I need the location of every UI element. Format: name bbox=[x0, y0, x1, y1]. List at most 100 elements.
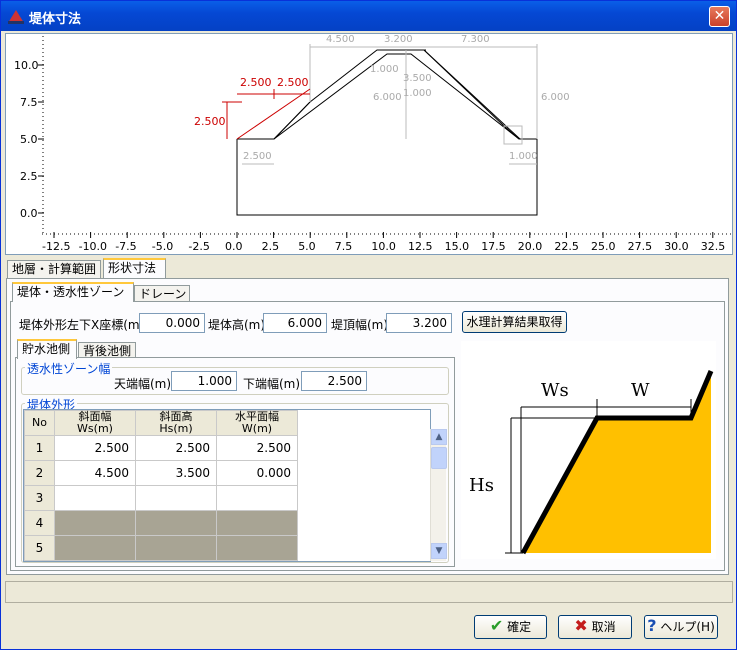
status-bar bbox=[5, 581, 733, 603]
cancel-label: 取消 bbox=[591, 620, 616, 634]
check-icon: ✔ bbox=[489, 616, 504, 635]
app-icon bbox=[8, 10, 24, 24]
row-number: 5 bbox=[24, 535, 55, 561]
scroll-up-icon[interactable]: ▲ bbox=[431, 429, 447, 445]
outline-table: No 斜面幅 Ws(m) 斜面高 Hs(m) 水平面幅 W(m) 1 2.500… bbox=[24, 410, 298, 561]
window-title: 堤体寸法 bbox=[29, 12, 82, 27]
dim-label: 1.000 bbox=[403, 88, 432, 99]
x-tick: 32.5 bbox=[701, 240, 726, 253]
row-number: 2 bbox=[24, 460, 55, 486]
x-axis-labels: -12.5 -10.0 -7.5 -5.0 -2.5 0.0 2.5 5.0 7.5 10.0 12… bbox=[42, 232, 725, 253]
dim-label: 4.500 bbox=[326, 34, 355, 45]
table-header-row: No 斜面幅 Ws(m) 斜面高 Hs(m) 水平面幅 W(m) bbox=[24, 410, 298, 436]
table-row: 4 bbox=[24, 510, 298, 536]
slope-diagram: Ws W Hs bbox=[461, 341, 716, 559]
x-tick: 22.5 bbox=[554, 240, 579, 253]
scroll-down-icon[interactable]: ▼ bbox=[431, 543, 447, 559]
x-coord-input[interactable]: 0.000 bbox=[139, 313, 205, 333]
x-tick: 25.0 bbox=[591, 240, 616, 253]
x-tick: -12.5 bbox=[42, 240, 70, 253]
column-header-hs: 斜面高 Hs(m) bbox=[135, 410, 217, 436]
y-tick: 2.5 bbox=[20, 170, 38, 183]
cell-w bbox=[216, 510, 298, 536]
bottom-width-input[interactable]: 2.500 bbox=[301, 371, 367, 391]
y-tick: 0.0 bbox=[20, 207, 38, 220]
dam-preview-canvas: 10.0 7.5 5.0 2.5 0.0 -12.5 -10.0 -7.5 -5.0-… bbox=[14, 34, 732, 253]
x-tick: 7.5 bbox=[335, 240, 353, 253]
fetch-hydraulic-results-button[interactable]: 水理計算結果取得 bbox=[462, 311, 567, 333]
height-label: 堤体高(m) bbox=[208, 318, 266, 332]
cell-ws[interactable]: 4.500 bbox=[54, 460, 136, 486]
cell-hs[interactable]: 3.500 bbox=[135, 460, 217, 486]
hs-label: Hs bbox=[469, 475, 494, 496]
y-axis-labels: 10.0 7.5 5.0 2.5 0.0 bbox=[14, 59, 44, 220]
row-number: 4 bbox=[24, 510, 55, 536]
dim-label: 2.500 bbox=[277, 76, 309, 89]
y-tick: 10.0 bbox=[14, 59, 39, 72]
scroll-thumb[interactable] bbox=[431, 447, 447, 469]
cell-w[interactable] bbox=[216, 485, 298, 511]
cell-ws bbox=[54, 510, 136, 536]
dam-dimension-window: 堤体寸法 ✕ 10.0 7.5 5.0 2.5 0.0 -12.5 -10.0 -7… bbox=[0, 0, 737, 650]
ok-label: 確定 bbox=[507, 620, 532, 634]
tab-layers[interactable]: 地層・計算範囲 bbox=[7, 260, 101, 278]
cell-hs bbox=[135, 535, 217, 561]
tab-reservoir-side[interactable]: 貯水池側 bbox=[17, 339, 77, 359]
y-tick: 7.5 bbox=[20, 96, 38, 109]
cell-w bbox=[216, 535, 298, 561]
x-tick: 17.5 bbox=[481, 240, 506, 253]
table-row: 5 bbox=[24, 535, 298, 561]
row-number: 1 bbox=[24, 435, 55, 461]
x-tick: 10.0 bbox=[371, 240, 396, 253]
table-row[interactable]: 1 2.500 2.500 2.500 bbox=[24, 435, 298, 461]
grid-scrollbar[interactable]: ▲ ▼ bbox=[430, 429, 447, 561]
x-tick: 30.0 bbox=[664, 240, 689, 253]
cell-ws[interactable] bbox=[54, 485, 136, 511]
slope-diagram-canvas: Ws W Hs bbox=[469, 370, 714, 555]
x-tick: 27.5 bbox=[628, 240, 653, 253]
cell-w[interactable]: 2.500 bbox=[216, 435, 298, 461]
x-tick: 15.0 bbox=[445, 240, 470, 253]
cell-hs[interactable]: 2.500 bbox=[135, 435, 217, 461]
dim-label: 1.000 bbox=[370, 64, 399, 75]
close-button[interactable]: ✕ bbox=[709, 6, 730, 27]
dim-label: 2.500 bbox=[194, 115, 226, 128]
x-tick: -2.5 bbox=[188, 240, 209, 253]
grey-dimensions bbox=[242, 44, 538, 165]
dim-label: 2.500 bbox=[240, 76, 272, 89]
dim-label: 7.300 bbox=[461, 34, 490, 45]
tab-shape[interactable]: 形状寸法 bbox=[103, 258, 166, 278]
cell-w[interactable]: 0.000 bbox=[216, 460, 298, 486]
tab-dam-zone[interactable]: 堤体・透水性ゾーン bbox=[12, 282, 134, 302]
x-tick: 0.0 bbox=[225, 240, 243, 253]
zone-width-title: 透水性ゾーン幅 bbox=[25, 360, 113, 377]
table-row[interactable]: 3 bbox=[24, 485, 298, 511]
x-tick: -5.0 bbox=[152, 240, 173, 253]
w-label: W bbox=[631, 380, 650, 401]
dim-label: 6.000 bbox=[373, 92, 402, 103]
column-header-ws: 斜面幅 Ws(m) bbox=[54, 410, 136, 436]
row-number: 3 bbox=[24, 485, 55, 511]
x-coord-label: 堤体外形左下X座標(m) bbox=[19, 318, 145, 332]
ws-label: Ws bbox=[541, 380, 569, 401]
x-tick: 2.5 bbox=[262, 240, 280, 253]
help-button[interactable]: ? ヘルプ(H) bbox=[644, 615, 718, 639]
column-header-no: No bbox=[24, 410, 55, 436]
x-tick: 12.5 bbox=[408, 240, 433, 253]
cell-ws[interactable]: 2.500 bbox=[54, 435, 136, 461]
crest-width-input[interactable]: 3.200 bbox=[386, 313, 452, 333]
cell-hs bbox=[135, 510, 217, 536]
cross-icon: ✖ bbox=[574, 616, 588, 635]
bottom-width-label: 下端幅(m) bbox=[243, 377, 301, 391]
outline-grid: No 斜面幅 Ws(m) 斜面高 Hs(m) 水平面幅 W(m) 1 2.500… bbox=[23, 409, 431, 562]
cell-hs[interactable] bbox=[135, 485, 217, 511]
x-tick: -10.0 bbox=[79, 240, 107, 253]
top-width-input[interactable]: 1.000 bbox=[171, 371, 237, 391]
height-input[interactable]: 6.000 bbox=[263, 313, 327, 333]
question-icon: ? bbox=[647, 616, 657, 635]
cancel-button[interactable]: ✖ 取消 bbox=[558, 615, 632, 639]
y-tick: 5.0 bbox=[20, 133, 38, 146]
table-row[interactable]: 2 4.500 3.500 0.000 bbox=[24, 460, 298, 486]
ok-button[interactable]: ✔ 確定 bbox=[474, 615, 547, 639]
crest-width-label: 堤頂幅(m) bbox=[331, 318, 389, 332]
